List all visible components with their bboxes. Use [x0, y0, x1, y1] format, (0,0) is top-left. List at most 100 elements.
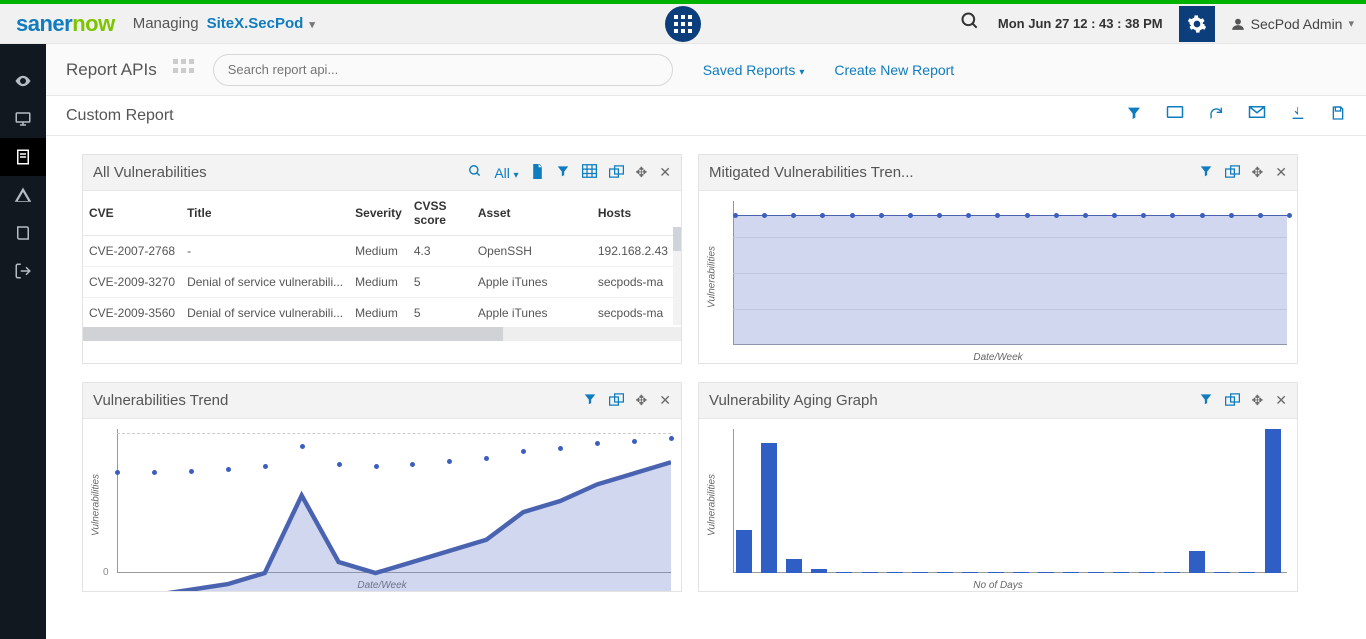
- data-point: [300, 444, 305, 449]
- severity-dropdown[interactable]: All ▾: [494, 165, 518, 181]
- panel-toolbar: ✥ ✕: [1199, 164, 1287, 181]
- move-icon[interactable]: ✥: [1252, 164, 1264, 181]
- table-row[interactable]: CVE-2007-2768-Medium4.3OpenSSH192.168.2.…: [83, 236, 681, 267]
- panel-body: Vulnerabilities No of Days: [699, 419, 1297, 591]
- popout-icon[interactable]: [609, 165, 624, 181]
- filter-panel-icon[interactable]: [583, 392, 597, 409]
- table-row[interactable]: CVE-2009-3560Denial of service vulnerabi…: [83, 298, 681, 329]
- bar: [1189, 551, 1205, 573]
- save-icon[interactable]: [1330, 105, 1346, 126]
- apps-launcher-button[interactable]: [665, 6, 701, 42]
- user-name: SecPod Admin: [1251, 16, 1343, 32]
- site-dropdown[interactable]: SiteX.SecPod▾: [207, 15, 315, 32]
- sidebar-item-visibility[interactable]: [0, 62, 46, 100]
- hscroll-track[interactable]: [83, 327, 681, 341]
- table-row[interactable]: CVE-2009-3270Denial of service vulnerabi…: [83, 267, 681, 298]
- sidebar-item-devices[interactable]: [0, 100, 46, 138]
- filter-panel-icon[interactable]: [556, 164, 570, 181]
- cell-asset: OpenSSH: [472, 236, 592, 267]
- settings-button[interactable]: [1179, 6, 1215, 42]
- popout-icon[interactable]: [1225, 165, 1240, 181]
- bar: [937, 572, 953, 573]
- aging-chart: [733, 429, 1287, 573]
- chart-xlabel: No of Days: [973, 580, 1022, 591]
- main-content: Report APIs Saved Reports▾ Create New Re…: [46, 44, 1366, 639]
- chevron-down-icon: ▾: [309, 19, 315, 31]
- view-grid-toggle[interactable]: [173, 59, 195, 80]
- sidebar-item-alerts[interactable]: [0, 176, 46, 214]
- vscroll-thumb[interactable]: [673, 227, 681, 251]
- data-point: [484, 456, 489, 461]
- col-cvss[interactable]: CVSS score: [408, 191, 472, 236]
- col-title[interactable]: Title: [181, 191, 349, 236]
- col-cve[interactable]: CVE: [83, 191, 181, 236]
- cell-asset: Apple iTunes: [472, 267, 592, 298]
- search-in-panel-icon[interactable]: [468, 164, 482, 181]
- download-icon[interactable]: [1290, 105, 1306, 126]
- close-panel-icon[interactable]: ✕: [1275, 164, 1287, 181]
- hscroll-thumb[interactable]: [83, 327, 503, 341]
- presentation-icon[interactable]: [1166, 105, 1184, 126]
- sidebar-item-reports[interactable]: [0, 138, 46, 176]
- managing-label: Managing: [133, 15, 199, 32]
- col-severity[interactable]: Severity: [349, 191, 408, 236]
- table-view-icon[interactable]: [582, 164, 597, 181]
- bar: [786, 559, 802, 573]
- close-panel-icon[interactable]: ✕: [1275, 392, 1287, 409]
- datetime-label: Mon Jun 27 12 : 43 : 38 PM: [998, 16, 1163, 31]
- col-hosts[interactable]: Hosts: [592, 191, 681, 236]
- close-panel-icon[interactable]: ✕: [659, 392, 671, 409]
- cell-hosts: secpods-ma: [592, 267, 681, 298]
- brand-part2: now: [72, 11, 115, 36]
- sidebar-item-logout[interactable]: [0, 252, 46, 290]
- bar: [1265, 429, 1281, 573]
- chart-ylabel: Vulnerabilities: [91, 474, 102, 536]
- panel-title: Vulnerability Aging Graph: [709, 392, 878, 409]
- cell-title: Denial of service vulnerabili...: [181, 298, 349, 329]
- panel-header: Vulnerability Aging Graph ✥ ✕: [699, 383, 1297, 419]
- report-apis-bar: Report APIs Saved Reports▾ Create New Re…: [46, 44, 1366, 96]
- search-input[interactable]: [228, 62, 658, 77]
- bar: [862, 572, 878, 573]
- search-report-api[interactable]: [213, 54, 673, 86]
- move-icon[interactable]: ✥: [636, 392, 648, 409]
- close-panel-icon[interactable]: ✕: [659, 164, 671, 181]
- user-menu[interactable]: SecPod Admin ▾: [1231, 16, 1354, 32]
- filter-panel-icon[interactable]: [1199, 164, 1213, 181]
- search-icon[interactable]: [960, 11, 980, 36]
- popout-icon[interactable]: [609, 393, 624, 409]
- bar: [887, 572, 903, 573]
- mail-icon[interactable]: [1248, 105, 1266, 126]
- bar: [1113, 572, 1129, 573]
- bar: [1214, 572, 1230, 573]
- move-icon[interactable]: ✥: [636, 164, 648, 181]
- bar: [1239, 572, 1255, 573]
- panels-grid: All Vulnerabilities All ▾ ✥ ✕: [46, 136, 1366, 639]
- filter-icon[interactable]: [1126, 105, 1142, 126]
- subbar-title: Report APIs: [66, 60, 157, 80]
- bar: [761, 443, 777, 573]
- panel-all-vulnerabilities: All Vulnerabilities All ▾ ✥ ✕: [82, 154, 682, 364]
- panel-header: Vulnerabilities Trend ✥ ✕: [83, 383, 681, 419]
- col-asset[interactable]: Asset: [472, 191, 592, 236]
- data-point: [374, 464, 379, 469]
- refresh-icon[interactable]: [1208, 105, 1224, 126]
- cell-cvss: 5: [408, 267, 472, 298]
- create-new-report-link[interactable]: Create New Report: [834, 62, 954, 78]
- report-icon: [14, 148, 32, 166]
- cell-title: -: [181, 236, 349, 267]
- saved-reports-link[interactable]: Saved Reports▾: [703, 62, 805, 78]
- data-point: [1287, 213, 1292, 218]
- mitigated-chart: [733, 201, 1287, 345]
- subbar-links: Saved Reports▾ Create New Report: [703, 62, 954, 78]
- data-point: [447, 459, 452, 464]
- popout-icon[interactable]: [1225, 393, 1240, 409]
- sidebar-item-library[interactable]: [0, 214, 46, 252]
- grid-icon: [674, 15, 692, 33]
- data-point: [226, 467, 231, 472]
- move-icon[interactable]: ✥: [1252, 392, 1264, 409]
- panel-body: CVE Title Severity CVSS score Asset Host…: [83, 191, 681, 341]
- cell-cvss: 4.3: [408, 236, 472, 267]
- filter-panel-icon[interactable]: [1199, 392, 1213, 409]
- new-doc-icon[interactable]: [531, 164, 544, 182]
